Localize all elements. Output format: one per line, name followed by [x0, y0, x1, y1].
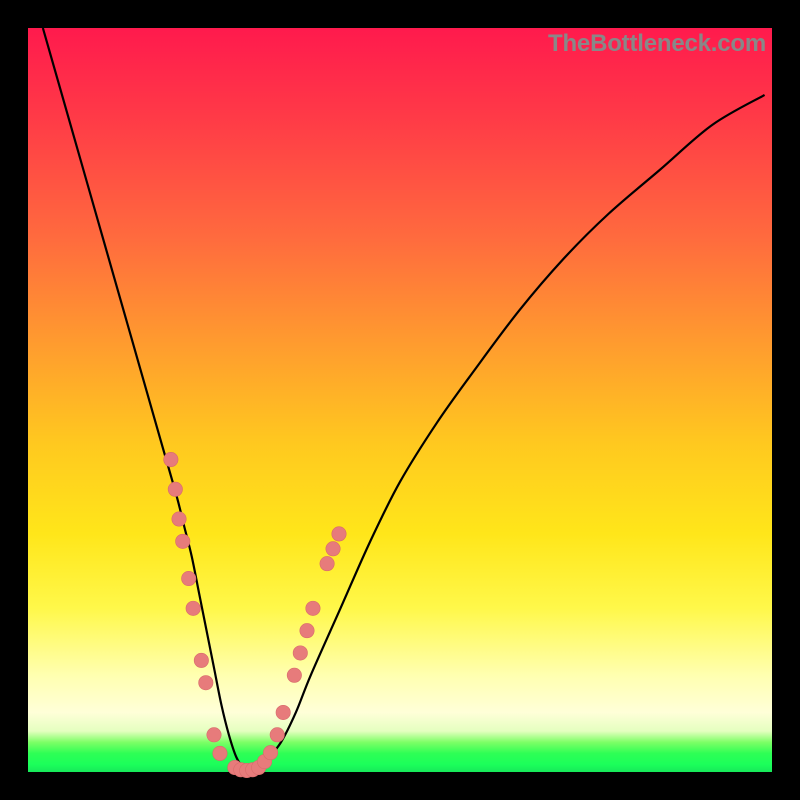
highlight-dot: [164, 452, 178, 466]
plot-area: TheBottleneck.com: [28, 28, 772, 772]
highlight-dot: [213, 746, 227, 760]
highlight-dot: [326, 542, 340, 556]
chart-frame: TheBottleneck.com: [0, 0, 800, 800]
highlight-dot: [176, 534, 190, 548]
highlight-dot: [293, 646, 307, 660]
highlight-dot: [199, 676, 213, 690]
highlight-dot: [186, 601, 200, 615]
highlight-dot: [276, 705, 290, 719]
curve-layer: [28, 28, 772, 772]
highlight-dot: [263, 745, 277, 759]
highlight-dot: [332, 527, 346, 541]
highlight-dot: [207, 728, 221, 742]
highlight-dot: [172, 512, 186, 526]
highlight-dot: [300, 623, 314, 637]
highlight-dot: [306, 601, 320, 615]
highlight-dot: [270, 728, 284, 742]
highlight-dot: [182, 571, 196, 585]
highlight-dots-group: [164, 452, 347, 777]
highlight-dot: [287, 668, 301, 682]
highlight-dot: [168, 482, 182, 496]
highlight-dot: [320, 556, 334, 570]
highlight-dot: [194, 653, 208, 667]
bottleneck-curve: [43, 28, 765, 772]
